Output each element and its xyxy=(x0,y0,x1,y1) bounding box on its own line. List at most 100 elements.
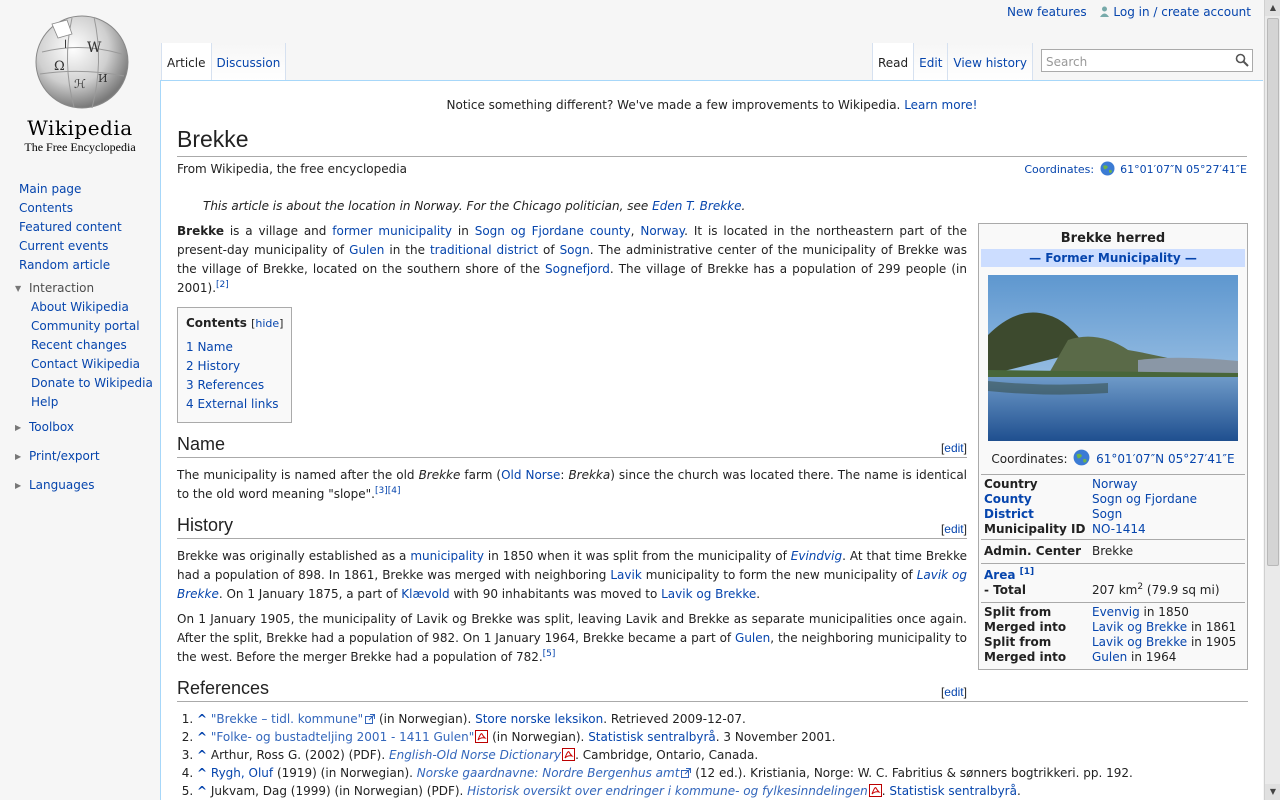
sidebar-item-main-page[interactable]: Main page xyxy=(0,180,160,199)
reference-link[interactable]: English-Old Norse Dictionary xyxy=(389,748,561,762)
infobox-value-link[interactable]: NO-1414 xyxy=(1092,522,1146,537)
link-klaevold[interactable]: Klævold xyxy=(401,587,449,601)
sidebar-item-random-article[interactable]: Random article xyxy=(0,256,160,275)
sidebar-item-help[interactable]: Help xyxy=(0,393,160,412)
link-norway[interactable]: Norway xyxy=(640,224,684,238)
citation-link[interactable]: [1] xyxy=(1020,567,1035,577)
link-municipality[interactable]: municipality xyxy=(410,549,484,563)
citation-link[interactable]: [3][4] xyxy=(375,486,401,496)
wikipedia-logo[interactable]: W Ω ℋ И ا Wikipedia The Free Encyclopedi… xyxy=(0,0,160,160)
fjord-photo[interactable] xyxy=(988,275,1238,441)
link-former-municipality[interactable]: former municipality xyxy=(332,224,452,238)
edit-section-wrap: [edit] xyxy=(940,522,967,536)
toolbox-portal-toggle[interactable]: ▶ Toolbox xyxy=(0,418,160,437)
reference-link[interactable]: "Brekke – tidl. kommune" xyxy=(211,712,363,726)
link-sognefjord[interactable]: Sognefjord xyxy=(545,262,610,276)
collapsed-triangle-icon: ▶ xyxy=(15,481,22,490)
globe-icon[interactable] xyxy=(1073,449,1090,466)
reference-publisher-link[interactable]: Statistisk sentralbyrå xyxy=(889,784,1017,798)
search-icon[interactable] xyxy=(1235,53,1249,67)
scroll-down-arrow-icon[interactable]: ▼ xyxy=(1265,784,1280,800)
infobox-value-link[interactable]: Lavik og Brekke xyxy=(1092,620,1187,634)
scrollbar-thumb[interactable] xyxy=(1267,18,1279,566)
tab-edit[interactable]: Edit xyxy=(914,43,949,80)
reference-publisher-link[interactable]: Statistisk sentralbyrå xyxy=(588,730,716,744)
sidebar-item-contact[interactable]: Contact Wikipedia xyxy=(0,355,160,374)
citation-link[interactable]: [2] xyxy=(216,280,229,290)
infobox-value-link[interactable]: Gulen xyxy=(1092,650,1127,664)
link-sogn-og-fjordane[interactable]: Sogn og Fjordane county xyxy=(475,224,631,238)
infobox-key-area: Area [1] xyxy=(984,568,1092,583)
sidebar-item-featured-content[interactable]: Featured content xyxy=(0,218,160,237)
backref-link[interactable]: ^ xyxy=(197,712,207,726)
reference-publisher-link[interactable]: Store norske leksikon xyxy=(475,712,603,726)
reference-author-link[interactable]: Rygh, Oluf xyxy=(211,766,273,780)
sidebar-item-contents[interactable]: Contents xyxy=(0,199,160,218)
reference-link[interactable]: "Folke- og bustadteljing 2001 - 1411 Gul… xyxy=(211,730,474,744)
backref-link[interactable]: ^ xyxy=(197,766,207,780)
toc-item-external-links[interactable]: 4 External links xyxy=(186,397,279,411)
citation-link[interactable]: [5] xyxy=(543,649,556,659)
coordinates-link[interactable]: 61°01′07″N 05°27′41″E xyxy=(1120,163,1247,176)
toc-item-history[interactable]: 2 History xyxy=(186,359,240,373)
infobox-value-link[interactable]: Lavik og Brekke xyxy=(1092,635,1187,649)
infobox-row-history: Merged into Lavik og Brekke in 1861 xyxy=(981,620,1245,635)
link-gulen[interactable]: Gulen xyxy=(349,243,384,257)
toc-hide-link[interactable]: hide xyxy=(255,317,279,330)
former-municipality-link[interactable]: — Former Municipality — xyxy=(1029,251,1197,265)
link-gulen-2[interactable]: Gulen xyxy=(735,631,770,645)
table-of-contents: Contents [hide] 1 Name 2 History 3 Refer… xyxy=(177,307,293,423)
globe-icon[interactable] xyxy=(1100,161,1115,176)
tab-read[interactable]: Read xyxy=(872,43,915,80)
edit-section-link[interactable]: edit xyxy=(944,685,963,699)
reference-link[interactable]: Norske gaardnavne: Nordre Bergenhus amt xyxy=(417,766,680,780)
reference-link[interactable]: Historisk oversikt over endringer i komm… xyxy=(467,784,868,798)
languages-portal-toggle[interactable]: ▶ Languages xyxy=(0,476,160,495)
coordinates-link[interactable]: 61°01′07″N 05°27′41″E xyxy=(1096,452,1234,466)
infobox-value-link[interactable]: Evenvig xyxy=(1092,605,1140,619)
new-features-link[interactable]: New features xyxy=(1007,5,1087,19)
tab-article[interactable]: Article xyxy=(161,43,212,80)
sidebar-item-current-events[interactable]: Current events xyxy=(0,237,160,256)
search-input[interactable]: Search xyxy=(1041,49,1253,72)
sidebar-item-donate[interactable]: Donate to Wikipedia xyxy=(0,374,160,393)
sidebar-item-about[interactable]: About Wikipedia xyxy=(0,298,160,317)
learn-more-link[interactable]: Learn more! xyxy=(904,98,977,112)
toc-item-name[interactable]: 1 Name xyxy=(186,340,233,354)
sidebar-item-recent-changes[interactable]: Recent changes xyxy=(0,336,160,355)
view-tabs: Read Edit View history xyxy=(872,43,1033,80)
edit-section-link[interactable]: edit xyxy=(944,522,963,536)
backref-link[interactable]: ^ xyxy=(197,748,207,762)
sidebar-item-community-portal[interactable]: Community portal xyxy=(0,317,160,336)
divider xyxy=(981,563,1245,564)
infobox-key-link[interactable]: County xyxy=(984,492,1092,507)
backref-link[interactable]: ^ xyxy=(197,730,207,744)
toc-item-references[interactable]: 3 References xyxy=(186,378,264,392)
toc-title: Contents xyxy=(186,316,247,330)
interaction-portal-toggle[interactable]: ▼ Interaction xyxy=(0,279,160,298)
para-italic: Brekke xyxy=(418,468,461,482)
link-lavik[interactable]: Lavik xyxy=(610,568,641,582)
vertical-scrollbar[interactable]: ▲ ▼ xyxy=(1264,0,1280,800)
login-link[interactable]: Log in / create account xyxy=(1113,5,1251,19)
area-link[interactable]: Area xyxy=(984,568,1015,582)
infobox-value-link[interactable]: Sogn xyxy=(1092,507,1122,522)
hatnote-link[interactable]: Eden T. Brekke xyxy=(652,199,741,213)
backref-link[interactable]: ^ xyxy=(197,784,207,798)
link-traditional-district[interactable]: traditional district xyxy=(430,243,538,257)
para-text: municipality to form the new municipalit… xyxy=(641,568,917,582)
infobox-key-link[interactable]: District xyxy=(984,507,1092,522)
toolbox-heading: Toolbox xyxy=(29,420,74,434)
printexport-portal-toggle[interactable]: ▶ Print/export xyxy=(0,447,160,466)
scroll-up-arrow-icon[interactable]: ▲ xyxy=(1265,0,1280,16)
link-sogn[interactable]: Sogn xyxy=(560,243,590,257)
edit-section-link[interactable]: edit xyxy=(944,441,963,455)
infobox-value-link[interactable]: Norway xyxy=(1092,477,1138,492)
infobox-value-link[interactable]: Sogn og Fjordane xyxy=(1092,492,1197,507)
reference-text: Arthur, Ross G. (2002) (PDF). xyxy=(210,748,389,762)
link-lavik-og-brekke-2[interactable]: Lavik og Brekke xyxy=(661,587,756,601)
link-old-norse[interactable]: Old Norse xyxy=(501,468,560,482)
tab-view-history[interactable]: View history xyxy=(948,43,1033,80)
tab-discussion[interactable]: Discussion xyxy=(211,43,287,80)
link-evindvig[interactable]: Evindvig xyxy=(791,549,842,563)
